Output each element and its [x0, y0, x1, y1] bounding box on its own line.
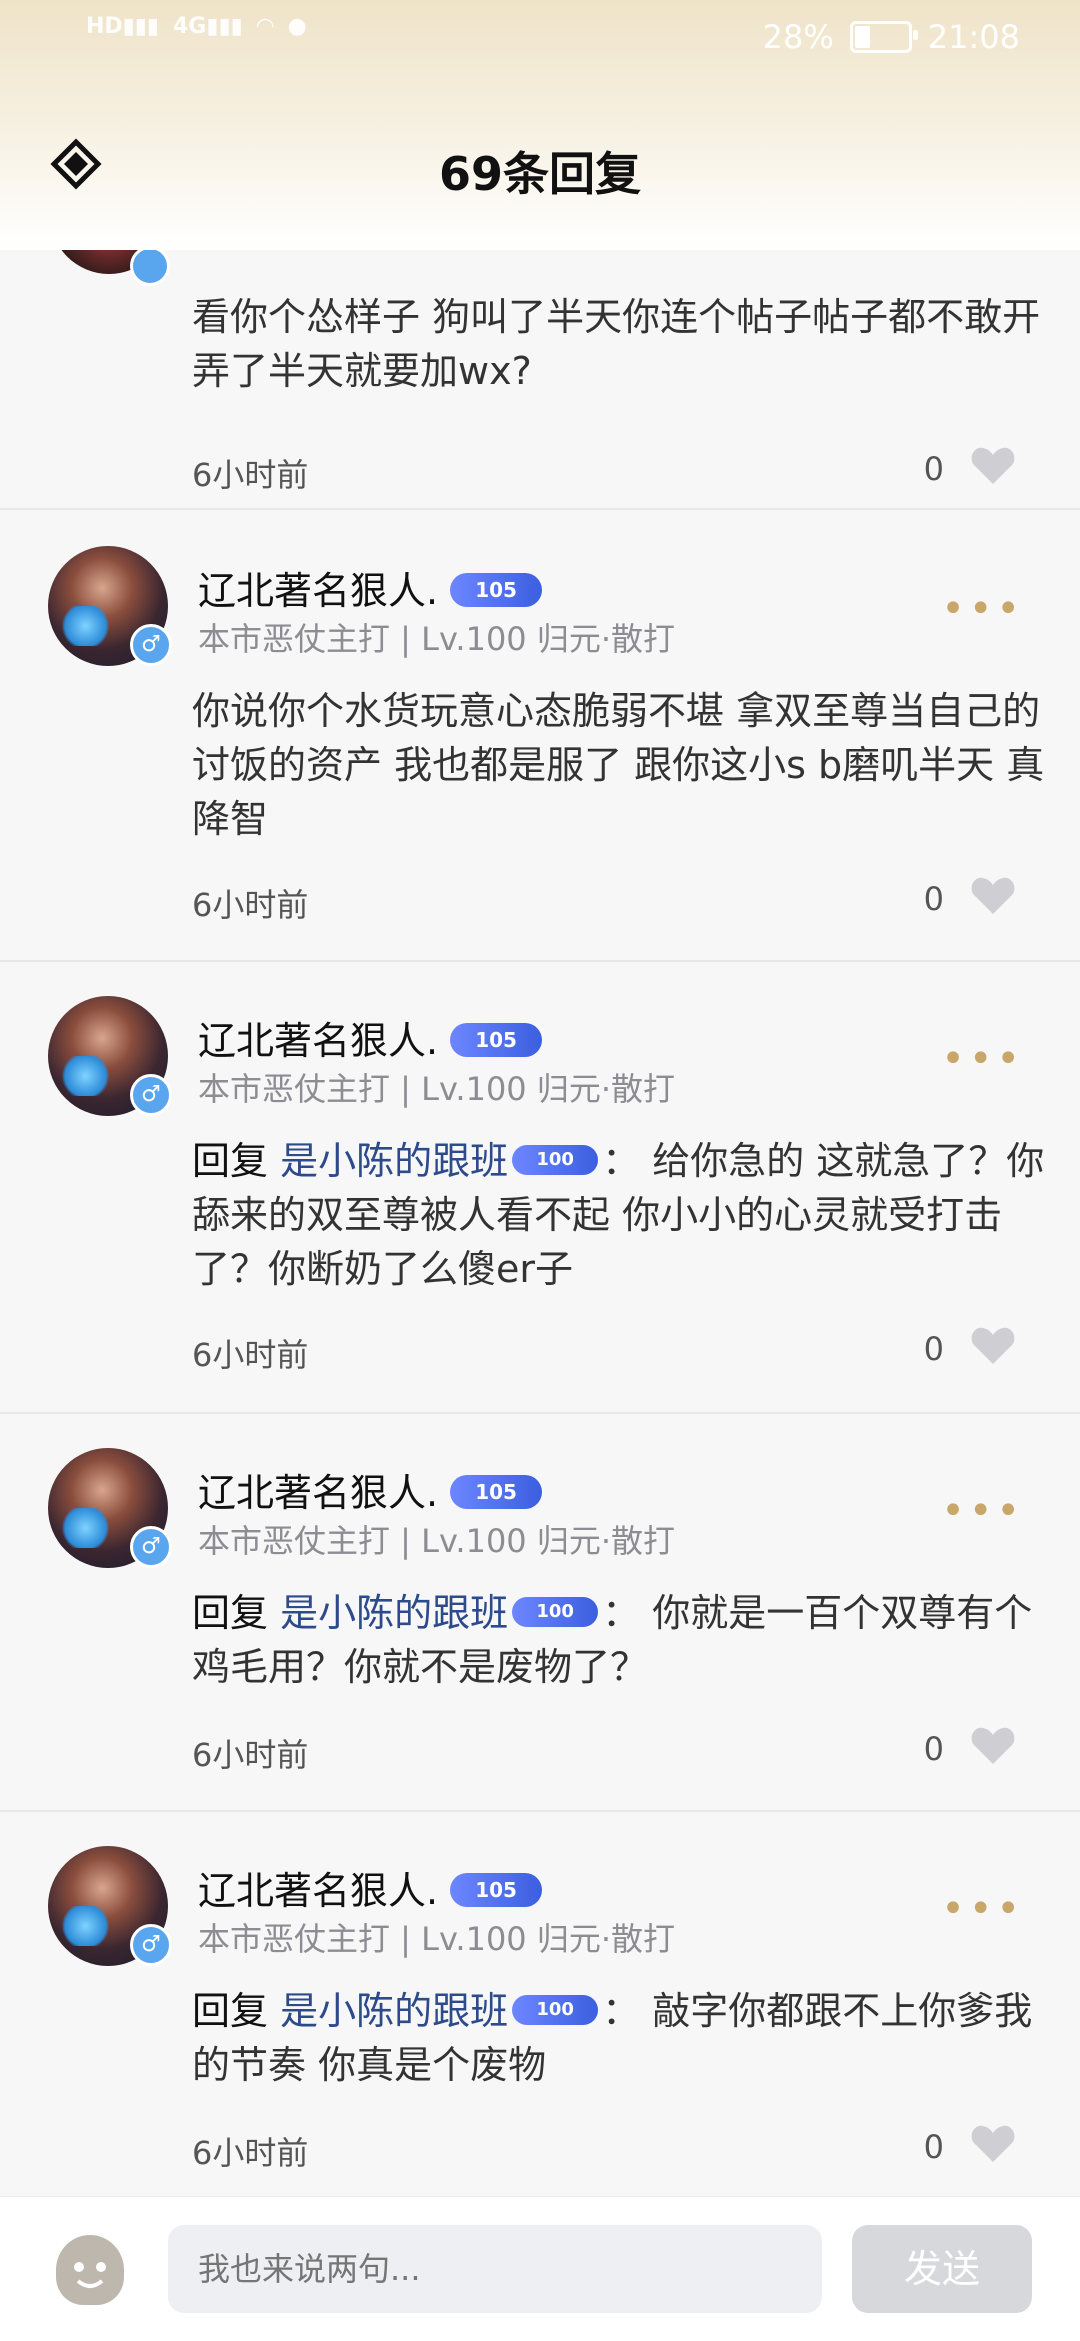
reply-content: 回复 是小陈的跟班 100： 你就是一百个双尊有个鸡毛用？你就不是废物了？	[192, 1586, 1050, 1694]
reply-content: 回复 是小陈的跟班 100： 敲字你都跟不上你爹我的节奏 你真是个废物	[192, 1984, 1050, 2092]
user-meta: 本市恶仗主打 | Lv.100 归元·散打	[198, 1920, 676, 1958]
level-badge: 105	[450, 1474, 543, 1509]
username-text[interactable]: 辽北著名狠人.	[198, 1471, 438, 1515]
reply-prefix: 回复	[192, 1139, 269, 1183]
username[interactable]: 辽北著名狠人. 105	[198, 1860, 543, 1915]
level-badge: 105	[450, 1872, 543, 1907]
user-meta: 本市恶仗主打 | Lv.100 归元·散打	[198, 1522, 676, 1560]
reply-time: 6小时前	[192, 2134, 309, 2172]
reply-item: ♂ 辽北著名狠人. 105 本市恶仗主打 | Lv.100 归元·散打 ••• 回…	[0, 1812, 1080, 2196]
reply-content: 看你个怂样子 狗叫了半天你连个帖子帖子都不敢开 弄了半天就要加wx?	[192, 295, 1041, 393]
gender-male-icon: ♂	[130, 1074, 172, 1116]
more-options-icon[interactable]: •••	[941, 1488, 1024, 1534]
reply-content: 你说你个水货玩意心态脆弱不堪 拿双至尊当自己的讨饭的资产 我也都是服了 跟你这小…	[192, 689, 1045, 841]
header: HD▮▮▮ 4G▮▮▮ ◠ ● 28% 21:08 69条回复	[0, 0, 1080, 250]
more-options-icon[interactable]: •••	[941, 1886, 1024, 1932]
reply-content: 回复 是小陈的跟班 100： 给你急的 这就急了？你舔来的双至尊被人看不起 你小小…	[192, 1134, 1050, 1296]
comment-composer: 发送	[0, 2196, 1080, 2341]
clock: 21:08	[927, 18, 1020, 56]
more-options-icon[interactable]: •••	[941, 1036, 1024, 1082]
target-level-badge: 100	[512, 1144, 599, 1175]
notification-icon: ●	[287, 14, 307, 39]
comment-input[interactable]	[168, 2225, 822, 2313]
heart-icon[interactable]	[970, 1726, 1016, 1766]
heart-icon[interactable]	[970, 1326, 1016, 1366]
reply-item: ♂ 辽北著名狠人. 105 本市恶仗主打 | Lv.100 归元·散打 ••• 回…	[0, 1414, 1080, 1812]
username[interactable]: 辽北著名狠人. 105	[198, 1010, 543, 1065]
reply-time: 6小时前	[192, 886, 309, 924]
face-icon	[74, 2262, 106, 2288]
gender-male-icon: ♂	[130, 624, 172, 666]
username[interactable]: 辽北著名狠人. 105	[198, 560, 543, 615]
reply-prefix: 回复	[192, 1989, 269, 2033]
gender-male-icon: ♂	[130, 1526, 172, 1568]
like-count: 0	[923, 1330, 944, 1368]
like-count: 0	[923, 880, 944, 918]
reply-target-user[interactable]: 是小陈的跟班	[280, 1139, 508, 1183]
level-badge: 105	[450, 1022, 543, 1057]
wifi-icon: ◠	[256, 14, 274, 39]
reply-target-user[interactable]: 是小陈的跟班	[280, 1989, 508, 2033]
battery-icon	[849, 21, 918, 53]
reply-time: 6小时前	[192, 456, 309, 494]
username[interactable]: 辽北著名狠人. 105	[198, 1462, 543, 1517]
like-count: 0	[923, 1730, 944, 1768]
user-meta: 本市恶仗主打 | Lv.100 归元·散打	[198, 620, 676, 658]
username-text[interactable]: 辽北著名狠人.	[198, 1019, 438, 1063]
gender-male-icon	[130, 246, 170, 286]
reply-prefix: 回复	[192, 1591, 269, 1635]
page-title: 69条回复	[438, 147, 641, 201]
reply-item: ♂ 辽北著名狠人. 105 本市恶仗主打 | Lv.100 归元·散打 ••• 你…	[0, 510, 1080, 962]
reply-target-user[interactable]: 是小陈的跟班	[280, 1591, 508, 1635]
heart-icon[interactable]	[970, 2124, 1016, 2164]
reply-time: 6小时前	[192, 1736, 309, 1774]
target-level-badge: 100	[512, 1596, 599, 1627]
gender-male-icon: ♂	[130, 1924, 172, 1966]
signal-icon: HD▮▮▮	[86, 14, 159, 39]
username-text[interactable]: 辽北著名狠人.	[198, 1869, 438, 1913]
reply-item-partial: 看你个怂样子 狗叫了半天你连个帖子帖子都不敢开 弄了半天就要加wx? 6小时前 …	[0, 210, 1080, 510]
reply-item: ♂ 辽北著名狠人. 105 本市恶仗主打 | Lv.100 归元·散打 ••• 回…	[0, 962, 1080, 1414]
like-count: 0	[923, 2128, 944, 2166]
status-bar: HD▮▮▮ 4G▮▮▮ ◠ ● 28% 21:08	[0, 0, 1080, 80]
username-text[interactable]: 辽北著名狠人.	[198, 569, 438, 613]
signal-icon-2: 4G▮▮▮	[173, 14, 243, 39]
reply-time: 6小时前	[192, 1336, 309, 1374]
status-icons-right: 28% 21:08	[763, 18, 1020, 56]
user-meta: 本市恶仗主打 | Lv.100 归元·散打	[198, 1070, 676, 1108]
like-count: 0	[923, 450, 944, 488]
level-badge: 105	[450, 572, 543, 607]
battery-percent: 28%	[762, 18, 834, 56]
send-button[interactable]: 发送	[852, 2225, 1032, 2313]
target-level-badge: 100	[512, 1994, 599, 2025]
heart-icon[interactable]	[970, 876, 1016, 916]
status-icons-left: HD▮▮▮ 4G▮▮▮ ◠ ●	[86, 14, 307, 39]
emoji-face-icon[interactable]	[56, 2235, 124, 2305]
heart-icon[interactable]	[970, 446, 1016, 486]
more-options-icon[interactable]: •••	[941, 586, 1024, 632]
